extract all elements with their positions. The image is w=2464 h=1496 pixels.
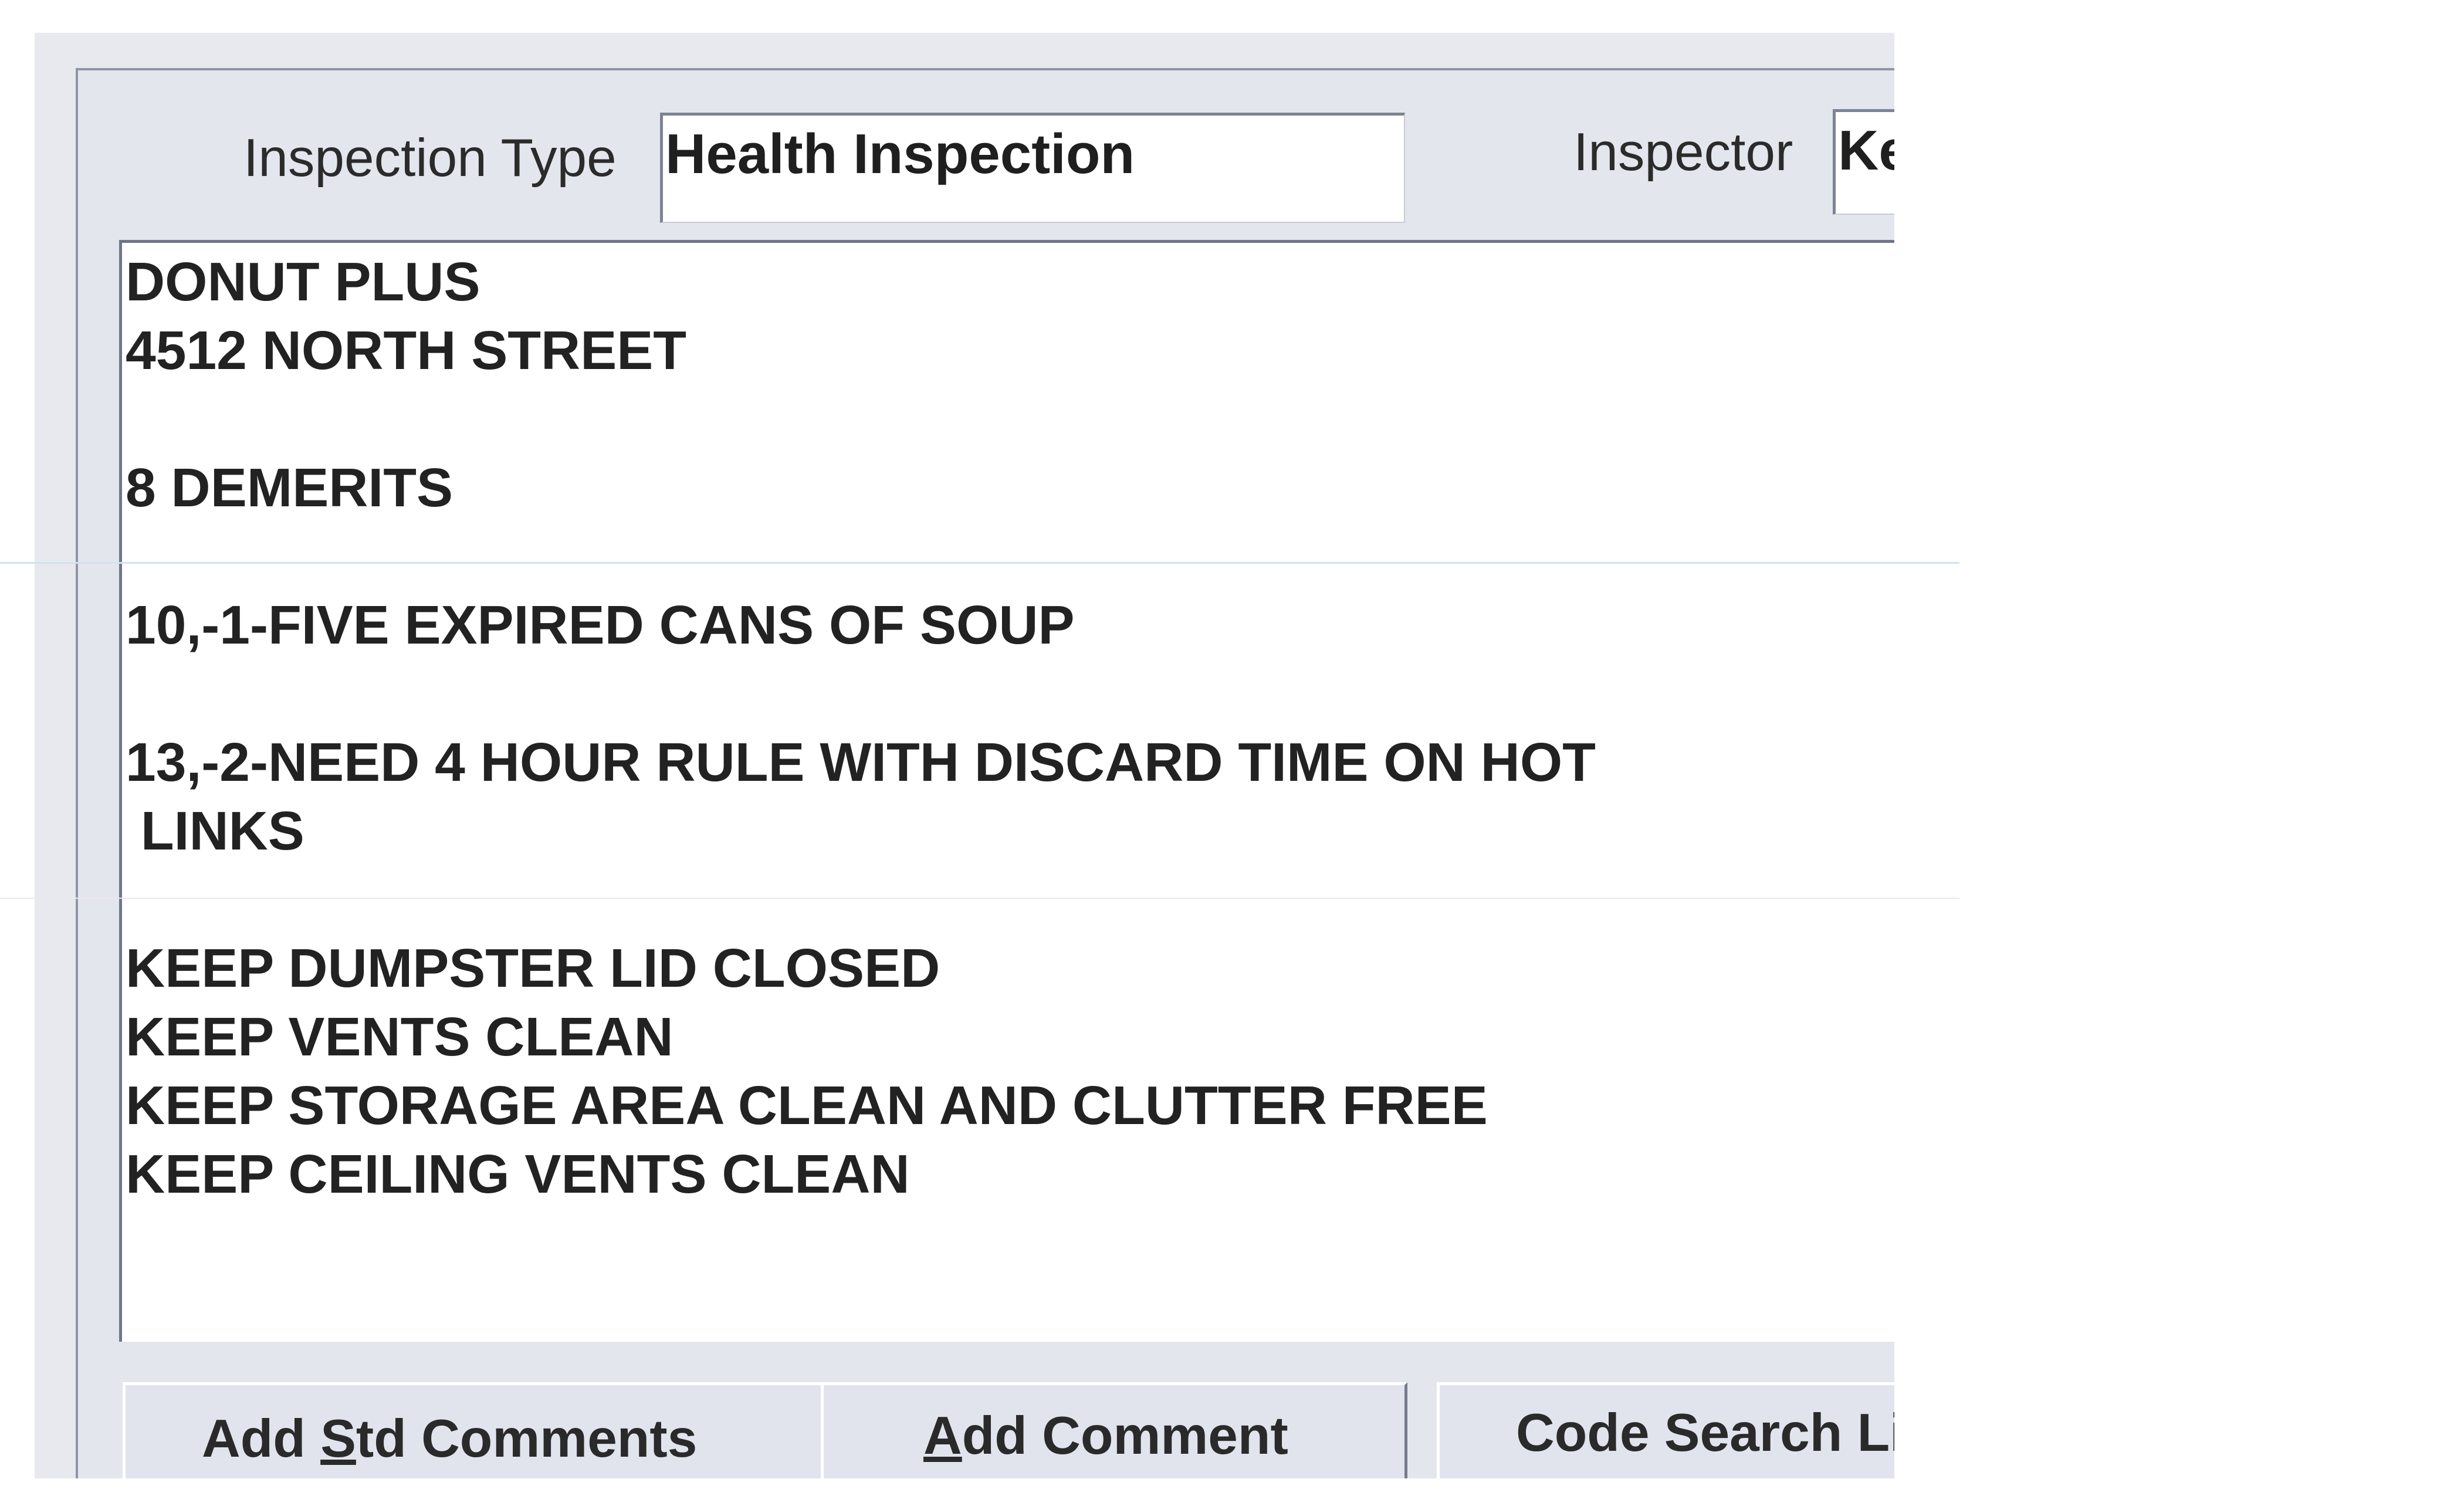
comment-line: 4512 NORTH STREET	[126, 320, 687, 381]
comment-line	[126, 865, 1894, 934]
inspector-field[interactable]: Ke	[1833, 109, 1894, 215]
inspection-window: Inspection Type Health Inspection Inspec…	[35, 33, 1894, 1478]
comment-line	[126, 522, 1894, 591]
code-search-label: Code Search Li	[1516, 1403, 1894, 1463]
comment-line: KEEP STORAGE AREA CLEAN AND CLUTTER FREE	[126, 1075, 1488, 1136]
inspection-type-field[interactable]: Health Inspection	[660, 113, 1405, 223]
add-std-comments-label-post: td Comments	[356, 1409, 698, 1468]
add-std-comments-mnemonic: S	[320, 1409, 356, 1468]
comment-line: KEEP CEILING VENTS CLEAN	[126, 1143, 910, 1204]
code-search-button[interactable]: Code Search Li	[1437, 1382, 1894, 1478]
add-std-comments-button[interactable]: Add Std Comments	[123, 1382, 827, 1478]
inspection-type-label: Inspection Type	[243, 128, 617, 188]
comment-line	[126, 659, 1894, 728]
comment-line: DONUT PLUS	[126, 251, 480, 312]
add-comment-mnemonic: A	[923, 1406, 962, 1465]
comment-line: 8 DEMERITS	[126, 457, 453, 518]
comments-textarea[interactable]: DONUT PLUS 4512 NORTH STREET 8 DEMERITS …	[119, 240, 1894, 1342]
add-std-comments-label-pre: Add	[202, 1409, 321, 1468]
comment-line: KEEP DUMPSTER LID CLOSED	[126, 937, 940, 999]
add-comment-label-post: dd Comment	[962, 1406, 1288, 1465]
scan-artifact-line	[0, 562, 1959, 564]
scan-artifact-line	[0, 898, 1959, 899]
add-comment-button[interactable]: Add Comment	[821, 1382, 1407, 1478]
comment-line	[126, 385, 1894, 453]
comment-line: KEEP VENTS CLEAN	[126, 1006, 673, 1067]
comment-line: 13,-2-NEED 4 HOUR RULE WITH DISCARD TIME…	[126, 732, 1596, 793]
inspector-label: Inspector	[1573, 123, 1793, 182]
comment-line: 10,-1-FIVE EXPIRED CANS OF SOUP	[126, 594, 1075, 655]
comment-line: LINKS	[126, 800, 304, 861]
